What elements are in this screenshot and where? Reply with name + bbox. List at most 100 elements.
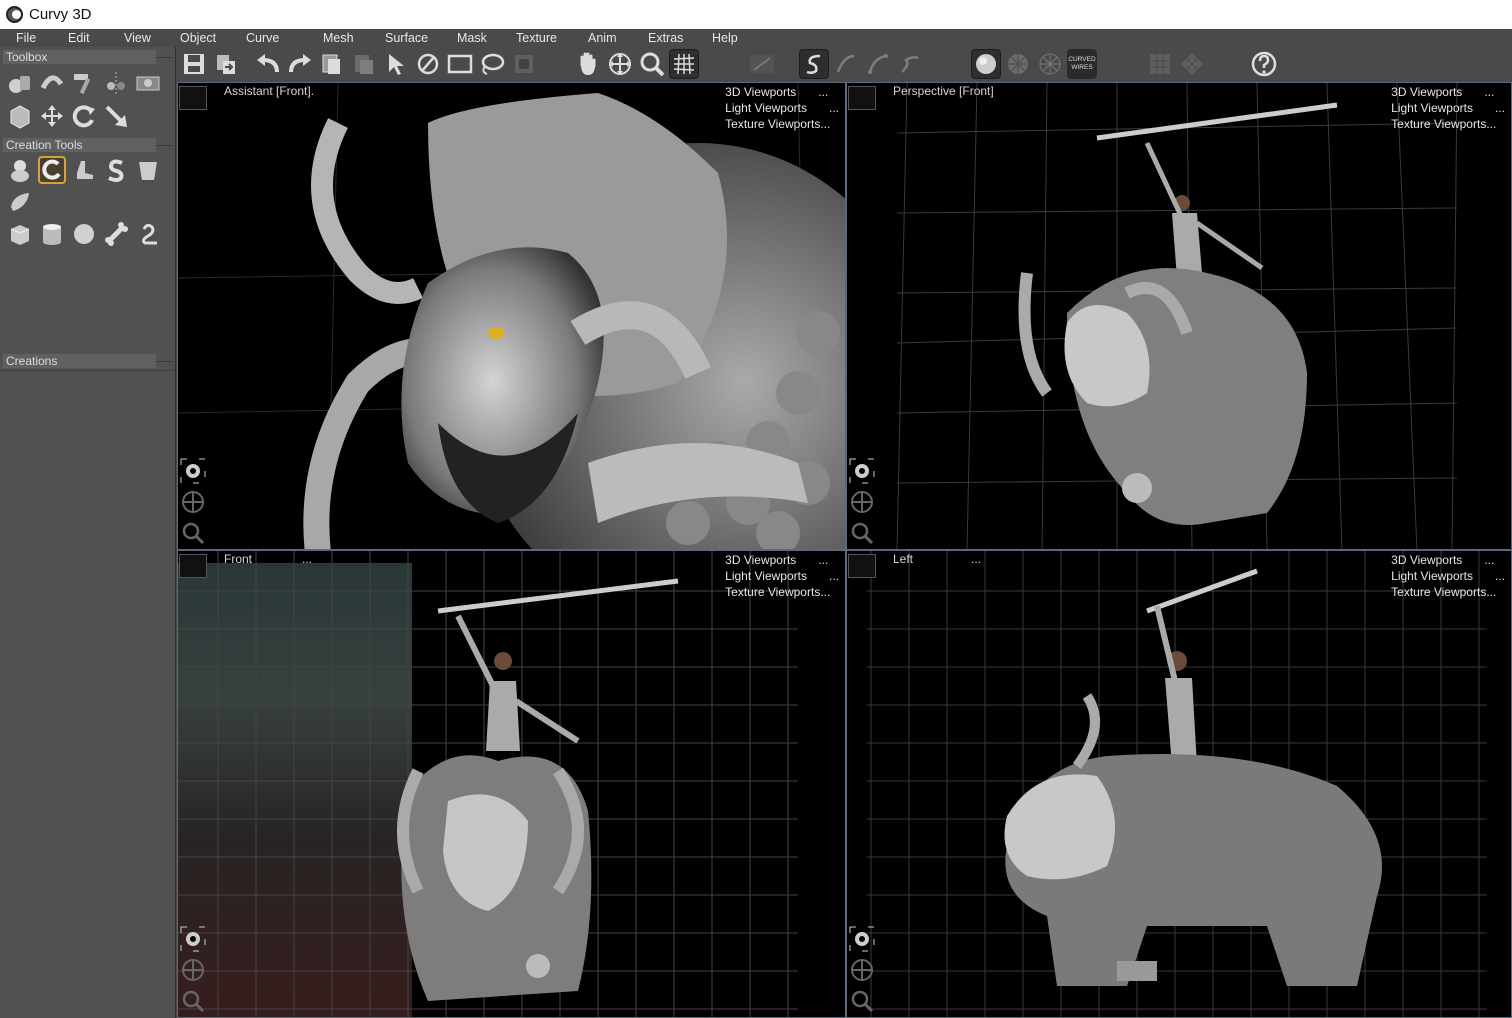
focus-target-icon[interactable] bbox=[179, 457, 207, 485]
menu-light-viewports[interactable]: Light Viewports... bbox=[725, 568, 839, 584]
rect-select-icon[interactable] bbox=[445, 49, 475, 79]
menu-view[interactable]: View bbox=[124, 31, 180, 45]
viewport-menu: 3D Viewports... Light Viewports... Textu… bbox=[1391, 552, 1505, 600]
curved-wires-label: CURVED WIRES bbox=[1068, 56, 1096, 71]
select-arrow-icon[interactable] bbox=[381, 49, 411, 79]
divider bbox=[156, 361, 173, 362]
zoom-icon[interactable] bbox=[637, 49, 667, 79]
menu-object[interactable]: Object bbox=[180, 31, 246, 45]
menu-mesh[interactable]: Mesh bbox=[323, 31, 385, 45]
menu-surface[interactable]: Surface bbox=[385, 31, 457, 45]
navigate-viewport-icon[interactable] bbox=[179, 488, 207, 516]
shaded-view-icon[interactable] bbox=[971, 49, 1001, 79]
mask-icon[interactable] bbox=[509, 49, 539, 79]
menu-anim[interactable]: Anim bbox=[588, 31, 648, 45]
wireframe-icon[interactable] bbox=[1035, 49, 1065, 79]
shapes-icon[interactable] bbox=[6, 69, 34, 97]
menu-texture[interactable]: Texture bbox=[516, 31, 588, 45]
rotate-icon[interactable] bbox=[70, 102, 98, 130]
viewport-options-button[interactable] bbox=[179, 554, 207, 578]
focus-target-icon[interactable] bbox=[848, 925, 876, 953]
menu-file[interactable]: File bbox=[16, 31, 68, 45]
save-icon[interactable] bbox=[179, 49, 209, 79]
focus-target-icon[interactable] bbox=[848, 457, 876, 485]
perspective-grid-icon[interactable] bbox=[1177, 49, 1207, 79]
menu-texture-viewports[interactable]: Texture Viewports... bbox=[725, 584, 839, 600]
navigate-icon[interactable] bbox=[605, 49, 635, 79]
curve-bezier-icon[interactable] bbox=[895, 49, 925, 79]
menu-texture-viewports[interactable]: Texture Viewports... bbox=[1391, 116, 1505, 132]
navigate-viewport-icon[interactable] bbox=[848, 956, 876, 984]
menu-3d-viewports[interactable]: 3D Viewports... bbox=[725, 84, 839, 100]
viewport-perspective[interactable]: Perspective [Front] 3D Viewports... Ligh… bbox=[846, 82, 1512, 550]
menu-texture-viewports[interactable]: Texture Viewports... bbox=[1391, 584, 1505, 600]
lasso-icon[interactable] bbox=[477, 49, 507, 79]
viewport-front[interactable]: Front ... 3D Viewports... Light Viewport… bbox=[177, 550, 846, 1018]
viewport-assistant[interactable]: Assistant [Front]. 3D Viewports... Light… bbox=[177, 82, 846, 550]
deselect-icon[interactable] bbox=[413, 49, 443, 79]
menu-help[interactable]: Help bbox=[712, 31, 752, 45]
copy-icon[interactable] bbox=[317, 49, 347, 79]
zoom-viewport-icon[interactable] bbox=[179, 987, 207, 1015]
paste-icon[interactable] bbox=[349, 49, 379, 79]
undo-icon[interactable] bbox=[253, 49, 283, 79]
symmetry-icon[interactable] bbox=[102, 69, 130, 97]
sphere-icon[interactable] bbox=[70, 220, 98, 248]
menu-extras[interactable]: Extras bbox=[648, 31, 712, 45]
navigate-viewport-icon[interactable] bbox=[848, 488, 876, 516]
menu-texture-viewports[interactable]: Texture Viewports... bbox=[725, 116, 839, 132]
blob-icon[interactable] bbox=[6, 156, 34, 184]
viewport-left[interactable]: Left ... 3D Viewports... Light Viewports… bbox=[846, 550, 1512, 1018]
box-icon[interactable] bbox=[6, 220, 34, 248]
cup-icon[interactable] bbox=[134, 156, 162, 184]
menu-light-viewports[interactable]: Light Viewports... bbox=[1391, 100, 1505, 116]
rider-dragon-render bbox=[1018, 102, 1338, 525]
menu-curve[interactable]: Curve bbox=[246, 31, 323, 45]
menu-mask[interactable]: Mask bbox=[457, 31, 516, 45]
viewport-dots[interactable]: ... bbox=[302, 552, 312, 566]
zoom-viewport-icon[interactable] bbox=[179, 519, 207, 547]
redo-icon[interactable] bbox=[285, 49, 315, 79]
menu-3d-viewports[interactable]: 3D Viewports... bbox=[1391, 552, 1505, 568]
ortho-grid-icon[interactable] bbox=[1145, 49, 1175, 79]
navigate-viewport-icon[interactable] bbox=[179, 956, 207, 984]
boot-icon[interactable] bbox=[70, 156, 98, 184]
grid-icon[interactable] bbox=[669, 49, 699, 79]
zoom-viewport-icon[interactable] bbox=[848, 519, 876, 547]
menu-3d-viewports[interactable]: 3D Viewports... bbox=[1391, 84, 1505, 100]
viewport-dots[interactable]: ... bbox=[971, 552, 981, 566]
cylinder-icon[interactable] bbox=[38, 220, 66, 248]
camera-icon[interactable] bbox=[134, 69, 162, 97]
hammer-icon[interactable] bbox=[70, 69, 98, 97]
main-toolbar: CURVED WIRES bbox=[177, 47, 1512, 81]
pan-hand-icon[interactable] bbox=[573, 49, 603, 79]
curve-draw-icon[interactable] bbox=[799, 49, 829, 79]
menu-light-viewports[interactable]: Light Viewports... bbox=[725, 100, 839, 116]
zoom-viewport-icon[interactable] bbox=[848, 987, 876, 1015]
wireframe-shaded-icon[interactable] bbox=[1003, 49, 1033, 79]
viewport-options-button[interactable] bbox=[848, 86, 876, 110]
menu-3d-viewports[interactable]: 3D Viewports... bbox=[725, 552, 839, 568]
cube-frame-icon[interactable] bbox=[6, 102, 34, 130]
s-shape-icon[interactable] bbox=[102, 156, 130, 184]
leaf-icon[interactable] bbox=[6, 188, 34, 216]
hook-icon[interactable] bbox=[134, 220, 162, 248]
viewport-menu: 3D Viewports... Light Viewports... Textu… bbox=[725, 552, 839, 600]
viewport-options-button[interactable] bbox=[848, 554, 876, 578]
curved-wires-button[interactable]: CURVED WIRES bbox=[1067, 49, 1097, 79]
menu-edit[interactable]: Edit bbox=[68, 31, 124, 45]
export-icon[interactable] bbox=[211, 49, 241, 79]
curve-nodes-icon[interactable] bbox=[863, 49, 893, 79]
curl-icon[interactable] bbox=[38, 156, 66, 184]
creation-row-2 bbox=[6, 188, 34, 216]
viewport-options-button[interactable] bbox=[179, 86, 207, 110]
bend-icon[interactable] bbox=[38, 69, 66, 97]
help-icon[interactable] bbox=[1249, 49, 1279, 79]
angle-icon[interactable] bbox=[747, 49, 777, 79]
curve-edit-icon[interactable] bbox=[831, 49, 861, 79]
focus-target-icon[interactable] bbox=[179, 925, 207, 953]
menu-light-viewports[interactable]: Light Viewports... bbox=[1391, 568, 1505, 584]
bone-icon[interactable] bbox=[102, 220, 130, 248]
scale-icon[interactable] bbox=[102, 102, 130, 130]
move-icon[interactable] bbox=[38, 102, 66, 130]
